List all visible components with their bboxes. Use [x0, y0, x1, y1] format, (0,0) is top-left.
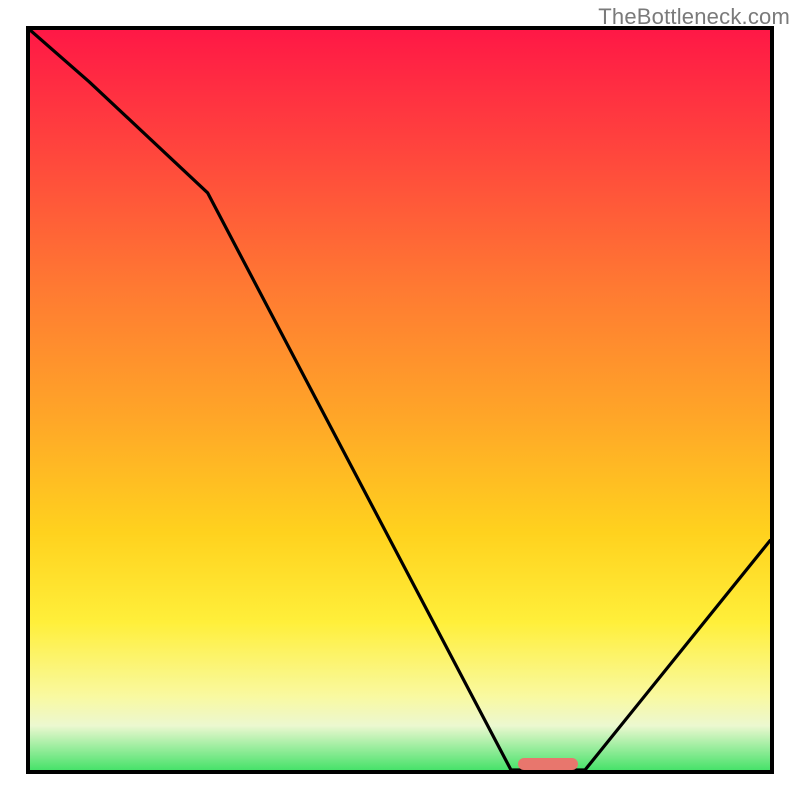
curve-path [30, 30, 770, 770]
chart-curve [30, 30, 770, 770]
chart-frame [26, 26, 774, 774]
x-axis-highlight-segment [518, 758, 577, 770]
